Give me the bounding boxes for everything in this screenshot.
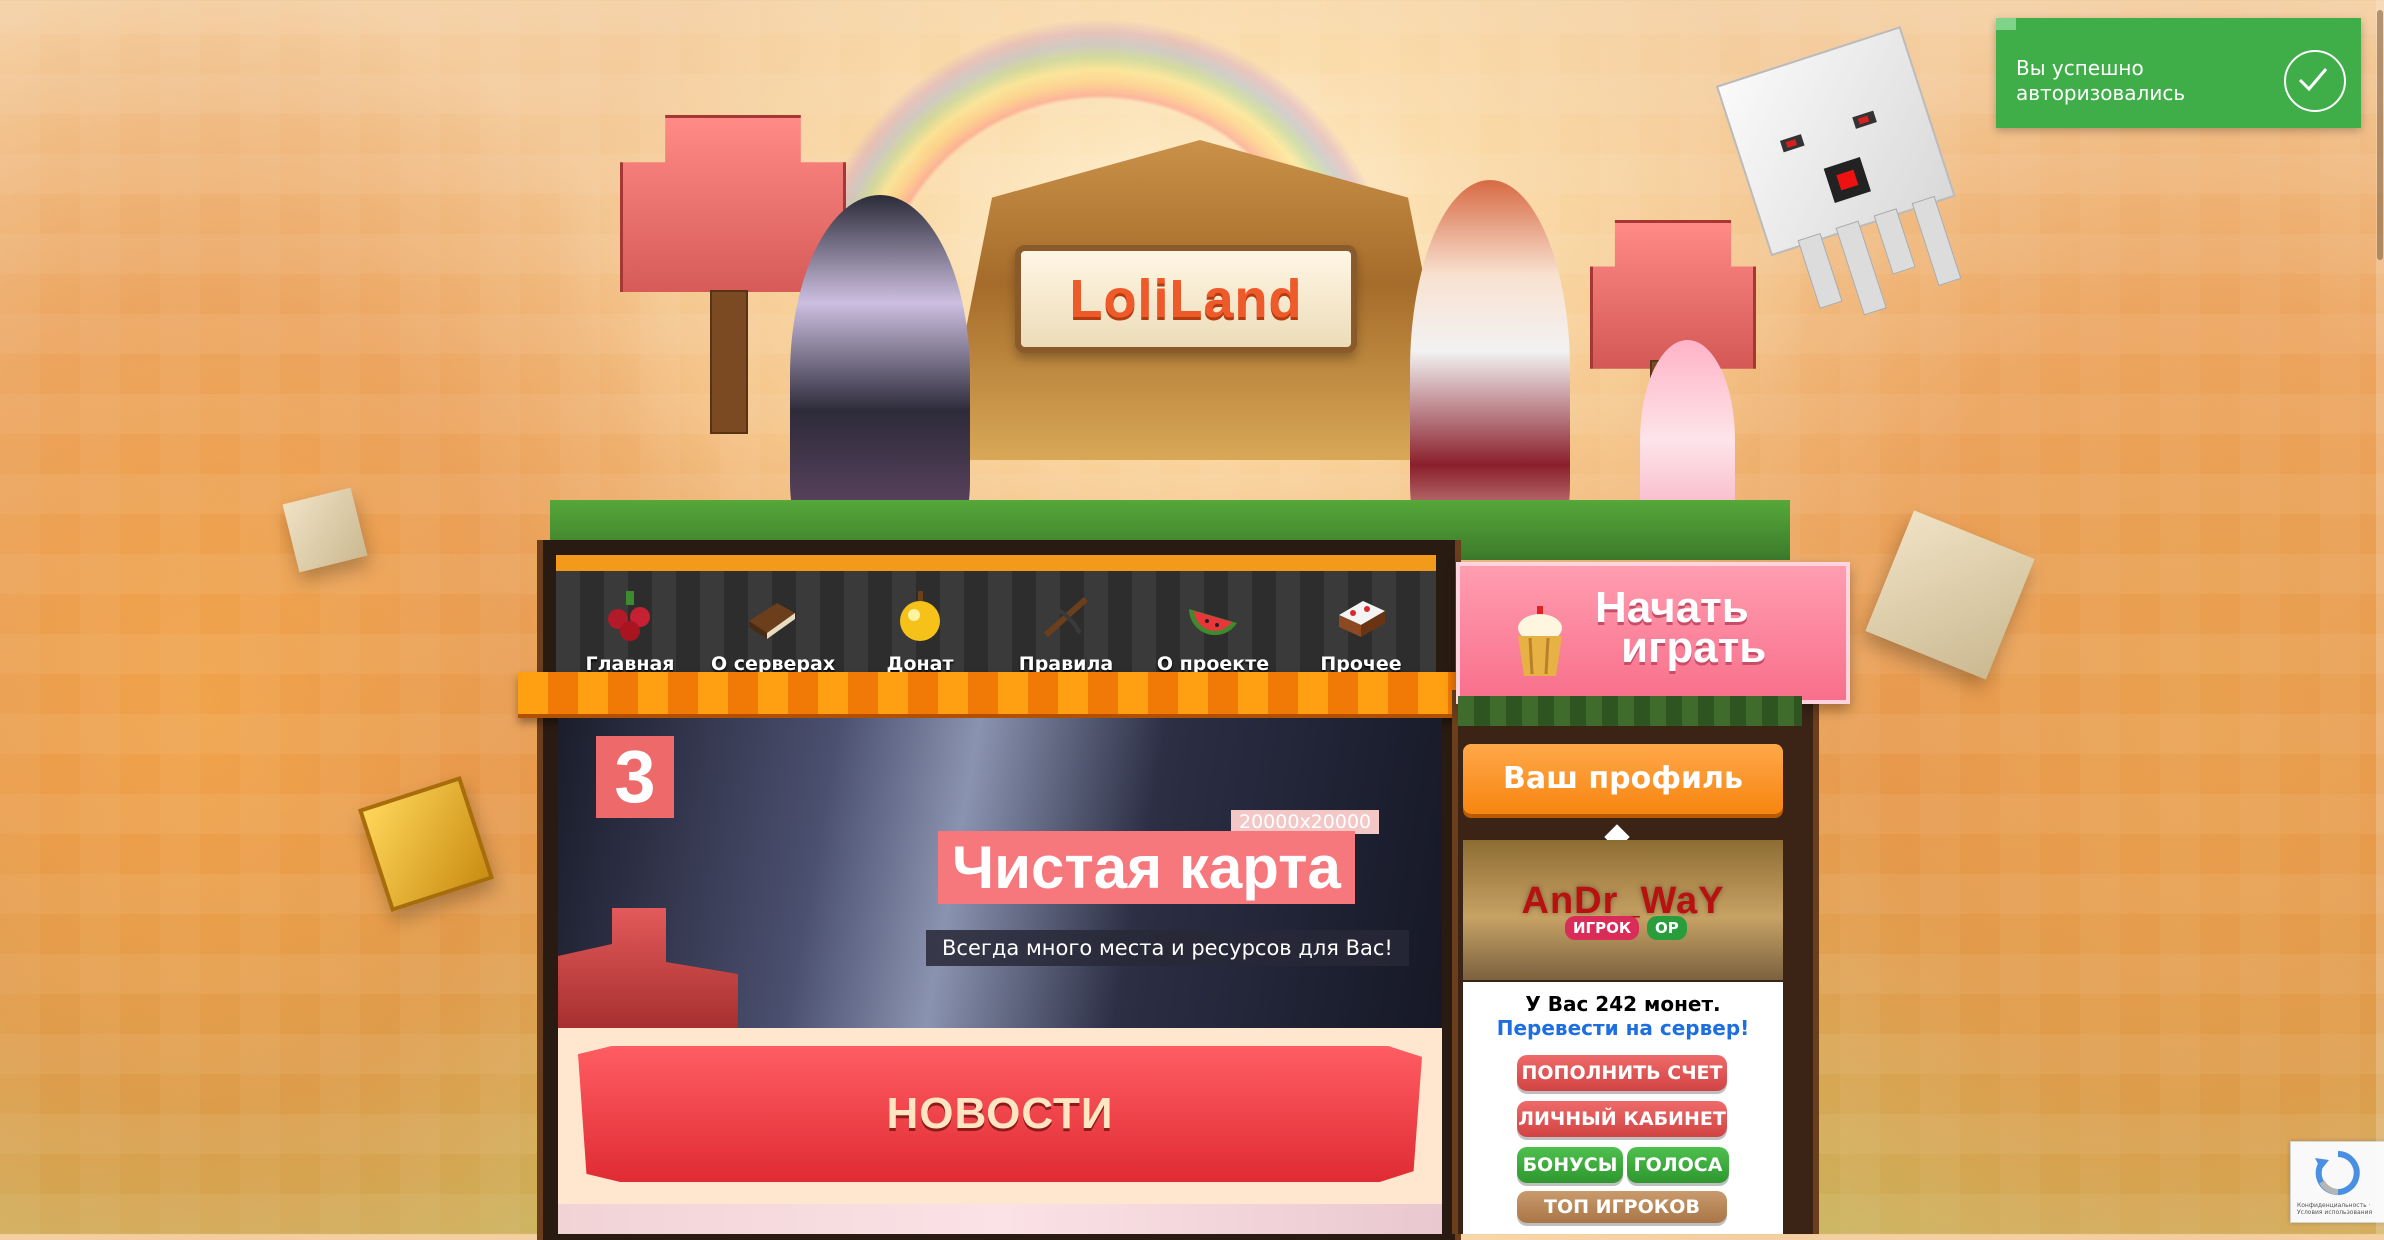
bonuses-button[interactable]: БОНУСЫ [1517, 1147, 1623, 1183]
cake-icon [1339, 601, 1385, 637]
news-item-preview[interactable] [558, 1204, 1442, 1234]
op-badge: OP [1647, 916, 1687, 940]
golden-apple-icon [900, 591, 940, 641]
site-logo[interactable]: LoliLand [1015, 245, 1357, 353]
main-navigation: Главная О серверах Донат Правила О проек… [556, 555, 1436, 686]
grass-divider [1458, 696, 1802, 726]
nav-item-about[interactable]: О проекте [1153, 591, 1273, 675]
nav-item-servers[interactable]: О серверах [711, 591, 835, 675]
checkmark-icon [2284, 50, 2346, 112]
banner-title: Чистая карта [938, 831, 1355, 904]
berries-icon [608, 591, 650, 641]
player-card: AnDr_WaY ИГРОК OP [1463, 840, 1783, 980]
play-text-line1: Начать [1595, 583, 1749, 632]
login-success-notification[interactable]: Вы успешно авторизовались [1996, 18, 2361, 128]
recaptcha-badge[interactable]: Конфиденциальность · Условия использован… [2290, 1141, 2384, 1223]
votes-button[interactable]: ГОЛОСА [1627, 1147, 1729, 1183]
transfer-to-server-link[interactable]: Перевести на сервер! [1463, 1016, 1783, 1040]
floating-sand-block [1865, 510, 2035, 680]
personal-cabinet-button[interactable]: ЛИЧНЫЙ КАБИНЕТ [1517, 1101, 1727, 1137]
crossbow-icon [1043, 596, 1089, 638]
play-text-line2: играть [1621, 623, 1767, 672]
top-players-button[interactable]: ТОП ИГРОКОВ [1517, 1191, 1727, 1223]
profile-button[interactable]: Ваш профиль [1463, 744, 1783, 814]
toast-message: Вы успешно авторизовались [2016, 56, 2186, 105]
role-badge: ИГРОК [1565, 916, 1640, 940]
nav-item-home[interactable]: Главная [570, 591, 690, 675]
toast-progress-bar [1996, 18, 2016, 30]
floating-gold-block [357, 775, 495, 913]
cupcake-icon [1518, 606, 1562, 676]
banner-subtitle: Всегда много места и ресурсов для Вас! [926, 930, 1409, 966]
nav-item-donate[interactable]: Донат [860, 591, 980, 675]
promo-banner[interactable]: 3 20000x20000 Чистая карта Всегда много … [558, 718, 1442, 1028]
recaptcha-icon [2315, 1151, 2360, 1195]
topup-balance-button[interactable]: ПОПОЛНИТЬ СЧЕТ [1517, 1055, 1727, 1091]
coin-balance: У Вас 242 монет. [1525, 992, 1721, 1016]
floating-sand-block [282, 487, 368, 573]
logo-text: LoliLand [1069, 269, 1303, 329]
start-play-button[interactable]: Начать играть [1456, 562, 1850, 704]
watermelon-icon [1188, 609, 1237, 636]
news-title: НОВОСТИ [886, 1089, 1114, 1138]
banner-server-number: 3 [596, 736, 674, 818]
recaptcha-links[interactable]: Конфиденциальность · Условия использован… [2297, 1202, 2381, 1216]
nav-item-rules[interactable]: Правила [1006, 591, 1126, 675]
nav-item-other[interactable]: Прочее [1301, 591, 1421, 675]
news-section: НОВОСТИ [558, 1028, 1442, 1204]
news-header: НОВОСТИ [578, 1046, 1422, 1182]
book-icon [749, 603, 795, 639]
scrollbar-thumb[interactable] [2377, 10, 2383, 260]
lava-divider [518, 672, 1458, 718]
hero-scene: LoliLand [550, 70, 1840, 560]
